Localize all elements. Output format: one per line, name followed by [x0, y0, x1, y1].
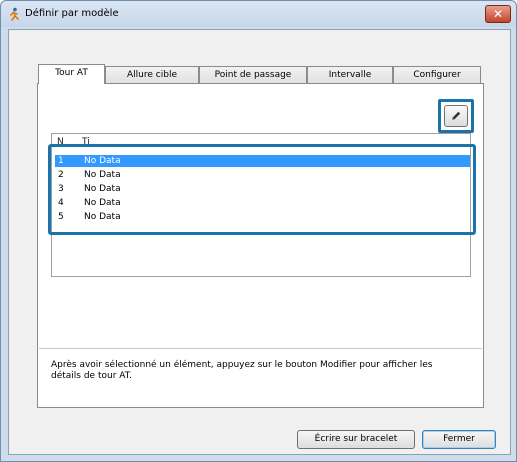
tab-label: Tour AT — [55, 68, 88, 78]
write-to-bracelet-button[interactable]: Écrire sur bracelet — [297, 430, 415, 449]
edit-button[interactable] — [444, 105, 468, 127]
tab-intervalle[interactable]: Intervalle — [307, 66, 393, 83]
tab-label: Configurer — [413, 70, 461, 80]
tab-allure-cible[interactable]: Allure cible — [105, 66, 199, 83]
divider — [39, 348, 482, 349]
tab-label: Allure cible — [127, 70, 177, 80]
tab-label: Intervalle — [328, 70, 372, 80]
list-highlight — [48, 144, 476, 235]
close-button[interactable]: Fermer — [422, 430, 496, 449]
instruction-text: Après avoir sélectionné un élément, appu… — [51, 360, 433, 381]
title-bar[interactable]: Définir par modèle ✕ — [1, 1, 516, 27]
tab-label: Point de passage — [214, 70, 292, 80]
tab-configurer[interactable]: Configurer — [393, 66, 481, 83]
close-icon: ✕ — [492, 7, 504, 21]
close-window-button[interactable]: ✕ — [485, 5, 511, 23]
tab-tour-at[interactable]: Tour AT — [38, 64, 105, 84]
window-title: Définir par modèle — [25, 8, 119, 19]
running-figure-icon — [7, 7, 21, 21]
tab-point-de-passage[interactable]: Point de passage — [199, 66, 307, 83]
pencil-icon — [452, 111, 461, 120]
